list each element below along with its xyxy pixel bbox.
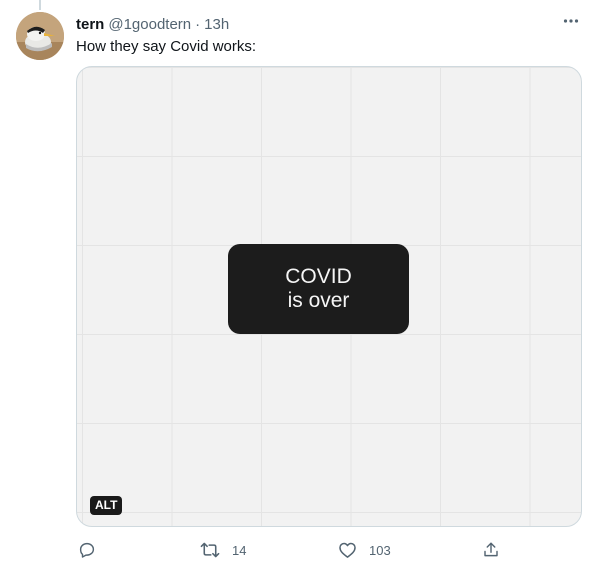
alt-text-badge[interactable]: ALT [90, 496, 123, 515]
timestamp[interactable]: 13h [204, 16, 229, 33]
retweet-icon [200, 542, 220, 558]
avatar[interactable] [16, 12, 64, 60]
tern-bird-picture [16, 12, 64, 60]
header-separator: · [195, 15, 201, 33]
reply-icon [79, 542, 95, 558]
like-count: 103 [369, 542, 391, 558]
covid-line-1: COVID [285, 265, 352, 288]
more-options-button[interactable] [560, 10, 582, 32]
reply-button[interactable] [78, 538, 96, 562]
more-icon [563, 19, 579, 23]
like-button[interactable]: 103 [338, 538, 391, 562]
tweet-header: tern @1goodtern · 13h [76, 14, 582, 34]
share-icon [484, 542, 498, 557]
thread-connector-line [39, 0, 41, 10]
author-name[interactable]: tern [76, 16, 104, 33]
share-button[interactable] [482, 538, 500, 562]
tweet-media-image[interactable]: COVID is over ALT [76, 66, 582, 527]
retweet-count: 14 [232, 542, 247, 558]
tweet-text: How they say Covid works: [76, 38, 257, 55]
covid-line-2: is over [287, 289, 350, 312]
author-handle[interactable]: @1goodtern [108, 16, 191, 33]
retweet-button[interactable]: 14 [200, 538, 246, 562]
tweet-actions-bar: 14 103 [76, 538, 580, 562]
like-icon [339, 542, 356, 558]
covid-message-box: COVID is over [228, 244, 409, 334]
